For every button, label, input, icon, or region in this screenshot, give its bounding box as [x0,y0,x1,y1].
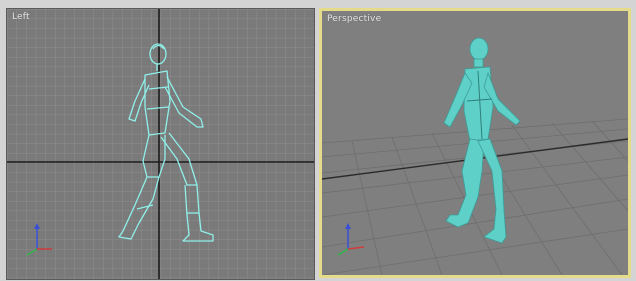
left-grid [7,9,314,279]
perspective-viewport-canvas[interactable] [322,11,628,275]
perspective-viewport[interactable]: Perspective [319,8,631,278]
viewport-label-perspective[interactable]: Perspective [327,14,381,24]
viewport-layout: Left Perspective [0,0,636,281]
left-viewport[interactable]: Left [6,8,315,280]
viewport-label-left[interactable]: Left [12,12,30,22]
left-viewport-canvas[interactable] [7,9,314,279]
